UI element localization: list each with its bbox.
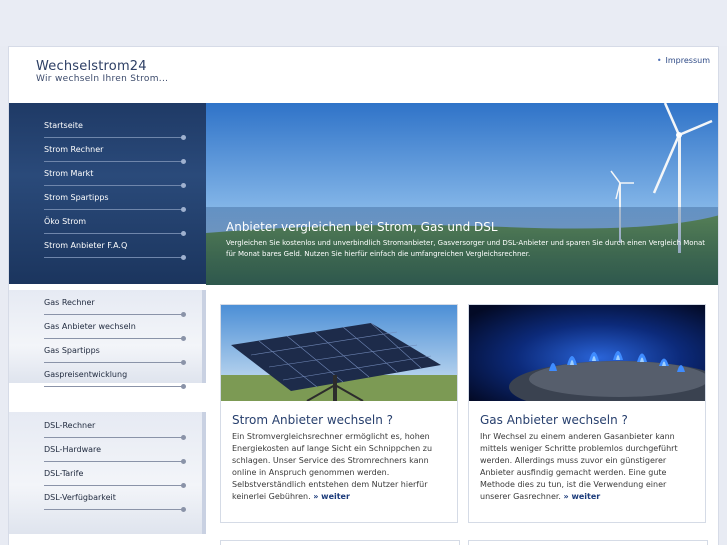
nav-item-label: Gas Anbieter wechseln (44, 322, 136, 331)
gas-flame-photo (469, 305, 705, 401)
nav-divider (44, 233, 183, 234)
site-subtitle: Wir wechseln Ihren Strom... (36, 74, 169, 84)
nav-dot-icon (181, 360, 186, 365)
nav-divider (44, 437, 183, 438)
nav-item-strom-spartipps[interactable]: Strom Spartipps (9, 189, 206, 212)
weiter-link[interactable]: » weiter (313, 492, 350, 501)
nav-gas-section: Gas Rechner Gas Anbieter wechseln Gas Sp… (9, 290, 206, 389)
nav-dot-icon (181, 135, 186, 140)
nav-item-label: Strom Spartipps (44, 193, 109, 202)
nav-item-strom-faq[interactable]: Strom Anbieter F.A.Q (9, 237, 206, 260)
nav-dot-icon (181, 255, 186, 260)
nav-item-strom-markt[interactable]: Strom Markt (9, 165, 206, 188)
nav-item-strom-rechner[interactable]: Strom Rechner (9, 141, 206, 164)
nav-dot-icon (181, 459, 186, 464)
nav-dsl-section: DSL-Rechner DSL-Hardware DSL-Tarife DSL-… (9, 412, 206, 534)
nav-item-startseite[interactable]: Startseite (9, 117, 206, 140)
bullet-icon: • (656, 56, 662, 65)
nav-dot-icon (181, 435, 186, 440)
nav-item-label: Gas Spartipps (44, 346, 100, 355)
nav-dot-icon (181, 507, 186, 512)
nav-item-label: Strom Markt (44, 169, 94, 178)
nav-divider (44, 485, 183, 486)
hero-title: Anbieter vergleichen bei Strom, Gas und … (226, 220, 498, 234)
nav-divider (44, 314, 183, 315)
card-gas: Gas Anbieter wechseln ? Ihr Wechsel zu e… (468, 304, 706, 523)
nav-dot-icon (181, 231, 186, 236)
nav-dot-icon (181, 312, 186, 317)
nav-divider (44, 137, 183, 138)
nav-item-dsl-verfuegbarkeit[interactable]: DSL-Verfügbarkeit (9, 489, 206, 512)
nav-item-dsl-rechner[interactable]: DSL-Rechner (9, 417, 206, 440)
card-body: Ein Stromvergleichsrechner ermöglicht es… (232, 431, 448, 503)
nav-divider (44, 161, 183, 162)
nav-divider (44, 257, 183, 258)
nav-item-gas-anbieter-wechseln[interactable]: Gas Anbieter wechseln (9, 318, 206, 341)
nav-item-oeko-strom[interactable]: Öko Strom (9, 213, 206, 236)
card-text: Ein Stromvergleichsrechner ermöglicht es… (232, 432, 433, 501)
top-band (0, 0, 727, 46)
nav-item-label: Gaspreisentwicklung (44, 370, 128, 379)
nav-divider (44, 185, 183, 186)
card-title: Strom Anbieter wechseln ? (232, 413, 393, 427)
nav-item-gaspreisentwicklung[interactable]: Gaspreisentwicklung (9, 366, 206, 389)
nav-divider (44, 386, 183, 387)
card-text: Ihr Wechsel zu einem anderen Gasanbieter… (480, 432, 678, 501)
nav-item-label: DSL-Rechner (44, 421, 96, 430)
nav-dot-icon (181, 159, 186, 164)
nav-strom-section: Startseite Strom Rechner Strom Markt Str… (9, 103, 206, 284)
nav-item-label: DSL-Hardware (44, 445, 102, 454)
nav-divider (44, 209, 183, 210)
impressum-label: Impressum (665, 56, 710, 65)
site-title[interactable]: Wechselstrom24 (36, 59, 147, 74)
card-strom: Strom Anbieter wechseln ? Ein Stromvergl… (220, 304, 458, 523)
page-container: Wechselstrom24 Wir wechseln Ihren Strom.… (8, 46, 719, 545)
card-footer-left (220, 540, 460, 545)
nav-dot-icon (181, 483, 186, 488)
nav-divider (44, 509, 183, 510)
nav-item-label: Startseite (44, 121, 83, 130)
nav-item-label: DSL-Tarife (44, 469, 84, 478)
nav-item-dsl-tarife[interactable]: DSL-Tarife (9, 465, 206, 488)
nav-item-label: Öko Strom (44, 217, 87, 226)
nav-item-label: Strom Anbieter F.A.Q (44, 241, 128, 250)
nav-item-gas-rechner[interactable]: Gas Rechner (9, 294, 206, 317)
nav-dot-icon (181, 384, 186, 389)
weiter-link[interactable]: » weiter (564, 492, 601, 501)
nav-item-label: Gas Rechner (44, 298, 95, 307)
solar-panel-photo (221, 305, 457, 401)
nav-divider (44, 461, 183, 462)
nav-divider (44, 362, 183, 363)
nav-divider (44, 338, 183, 339)
card-title: Gas Anbieter wechseln ? (480, 413, 628, 427)
nav-dot-icon (181, 183, 186, 188)
impressum-link[interactable]: • Impressum (657, 56, 710, 65)
nav-dot-icon (181, 336, 186, 341)
hero-text: Vergleichen Sie kostenlos und unverbindl… (226, 239, 706, 258)
nav-item-dsl-hardware[interactable]: DSL-Hardware (9, 441, 206, 464)
card-footer-right (468, 540, 708, 545)
hero-banner: Anbieter vergleichen bei Strom, Gas und … (206, 103, 718, 285)
nav-dot-icon (181, 207, 186, 212)
nav-item-label: DSL-Verfügbarkeit (44, 493, 116, 502)
nav-item-label: Strom Rechner (44, 145, 104, 154)
nav-item-gas-spartipps[interactable]: Gas Spartipps (9, 342, 206, 365)
card-body: Ihr Wechsel zu einem anderen Gasanbieter… (480, 431, 696, 503)
